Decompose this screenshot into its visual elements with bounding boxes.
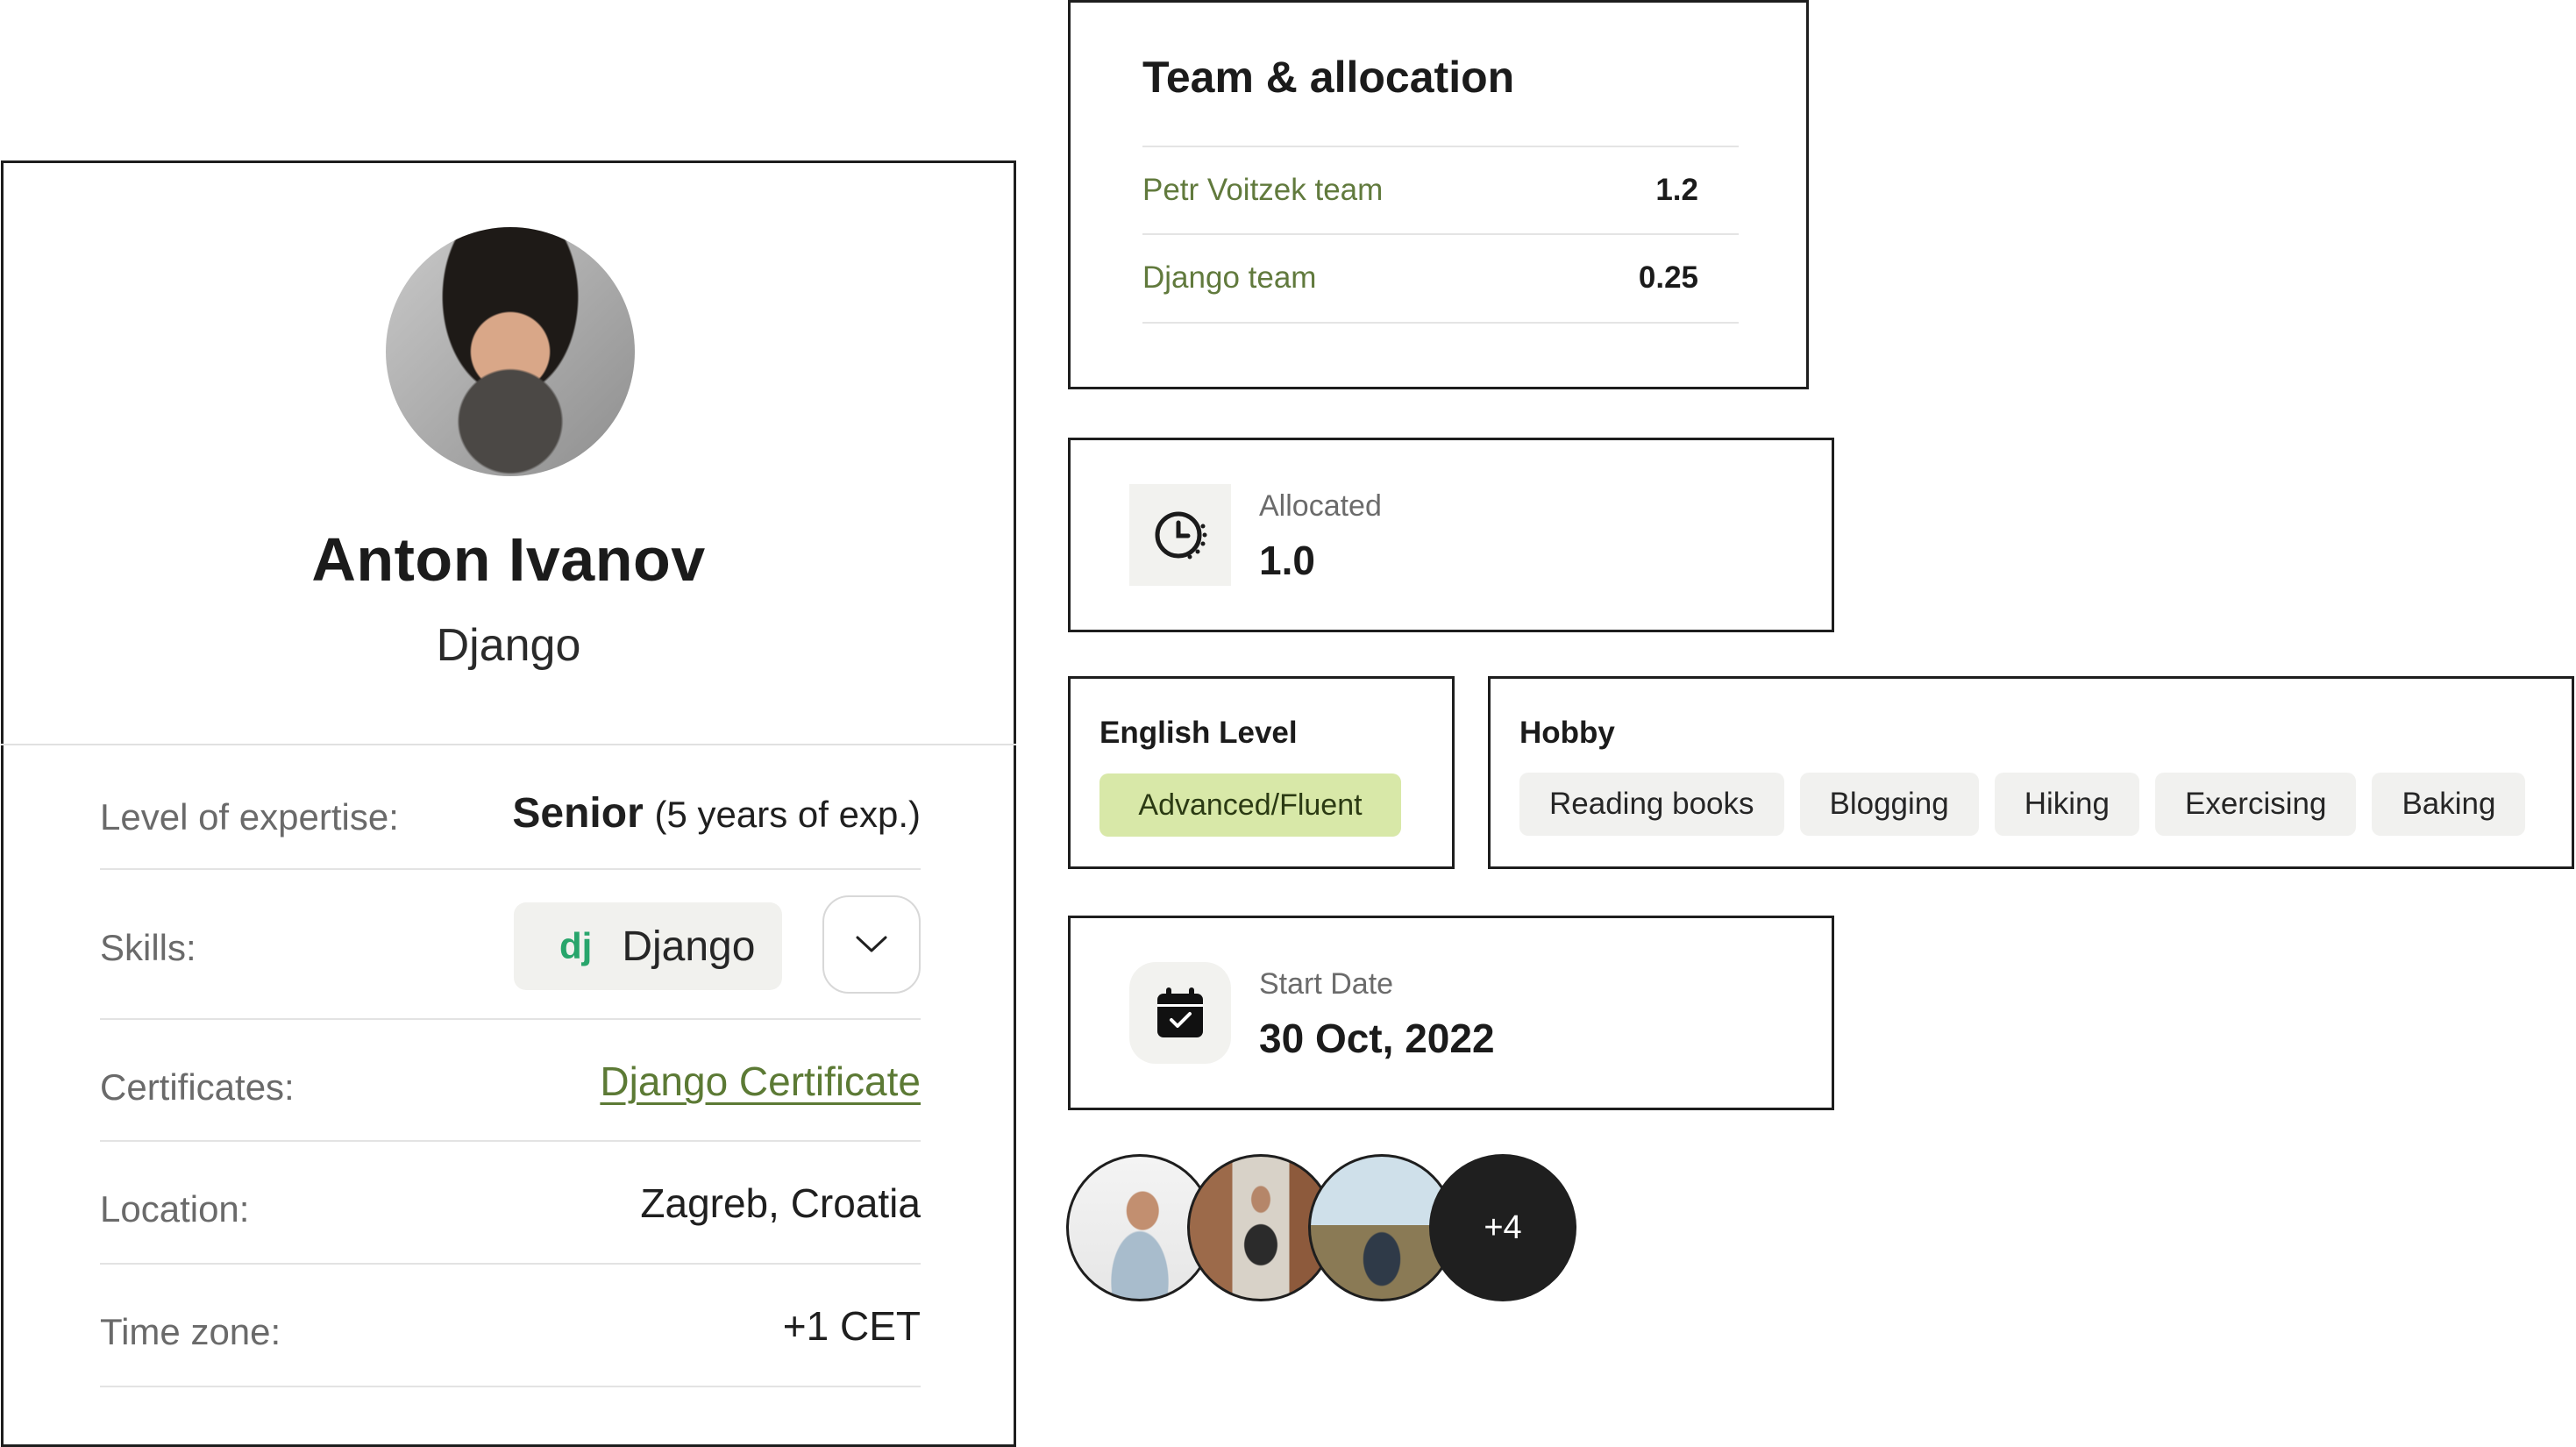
- allocated-value: 1.0: [1259, 538, 1315, 583]
- team-allocation-value: 0.25: [1638, 260, 1698, 295]
- hobby-title: Hobby: [1519, 716, 1615, 750]
- divider: [1142, 233, 1739, 235]
- certificate-link[interactable]: Django Certificate: [600, 1058, 921, 1105]
- location-label: Location:: [100, 1188, 250, 1230]
- timezone-row: Time zone: +1 CET: [100, 1301, 921, 1362]
- hobby-chip: Blogging: [1799, 773, 1979, 836]
- location-value: Zagreb, Croatia: [640, 1180, 921, 1226]
- english-level-badge: Advanced/Fluent: [1099, 773, 1401, 837]
- profile-divider: [1, 744, 1016, 745]
- profile-card: Anton Ivanov Django Level of expertise: …: [1, 160, 1016, 1447]
- english-level-card: English Level Advanced/Fluent: [1068, 676, 1455, 869]
- hobby-chip: Exercising: [2155, 773, 2357, 836]
- divider: [100, 868, 921, 870]
- team-name[interactable]: Petr Voitzek team: [1142, 173, 1383, 208]
- allocated-card: Allocated 1.0: [1068, 438, 1834, 632]
- expertise-years: (5 years of exp.): [654, 794, 921, 835]
- divider: [1142, 146, 1739, 147]
- member-avatar-stack[interactable]: +4: [1066, 1154, 1592, 1303]
- clock-icon: [1129, 484, 1231, 586]
- divider: [100, 1386, 921, 1387]
- hobby-chip: Baking: [2372, 773, 2526, 836]
- chevron-down-icon: [856, 936, 887, 952]
- calendar-check-icon: [1129, 962, 1231, 1064]
- timezone-label: Time zone:: [100, 1311, 281, 1352]
- profile-role: Django: [436, 620, 581, 671]
- allocated-label: Allocated: [1259, 489, 1382, 523]
- hobby-list: Reading books Blogging Hiking Exercising…: [1519, 773, 2526, 836]
- skill-name: Django: [622, 923, 756, 970]
- hobby-chip: Reading books: [1519, 773, 1784, 836]
- expertise-level: Senior: [512, 790, 644, 837]
- profile-name: Anton Ivanov: [311, 525, 706, 594]
- expertise-row: Level of expertise: Senior (5 years of e…: [100, 786, 921, 847]
- team-allocation-card: Team & allocation Petr Voitzek team 1.2 …: [1068, 0, 1809, 389]
- team-title: Team & allocation: [1142, 53, 1515, 102]
- profile-avatar: [386, 227, 635, 476]
- team-name[interactable]: Django team: [1142, 260, 1316, 296]
- skills-expand-button[interactable]: [822, 895, 921, 994]
- expertise-value: Senior (5 years of exp.): [512, 789, 921, 838]
- certificates-label: Certificates:: [100, 1066, 295, 1108]
- divider: [1142, 322, 1739, 324]
- certificates-row: Certificates: Django Certificate: [100, 1056, 921, 1117]
- skills-label: Skills:: [100, 927, 196, 968]
- start-date-value: 30 Oct, 2022: [1259, 1016, 1495, 1061]
- start-date-label: Start Date: [1259, 967, 1394, 1001]
- divider: [100, 1263, 921, 1265]
- more-members-badge[interactable]: +4: [1429, 1154, 1576, 1301]
- timezone-value: +1 CET: [782, 1303, 921, 1349]
- divider: [100, 1018, 921, 1020]
- team-allocation-value: 1.2: [1655, 173, 1698, 207]
- django-icon: dj: [559, 925, 593, 966]
- start-date-card: Start Date 30 Oct, 2022: [1068, 916, 1834, 1110]
- skill-chip-django[interactable]: dj Django: [514, 902, 782, 990]
- location-row: Location: Zagreb, Croatia: [100, 1178, 921, 1239]
- skills-row: Skills: dj Django: [100, 895, 921, 994]
- hobby-chip: Hiking: [1994, 773, 2139, 836]
- english-level-title: English Level: [1099, 716, 1298, 750]
- expertise-label: Level of expertise:: [100, 796, 399, 838]
- hobby-card: Hobby Reading books Blogging Hiking Exer…: [1488, 676, 2574, 869]
- divider: [100, 1140, 921, 1142]
